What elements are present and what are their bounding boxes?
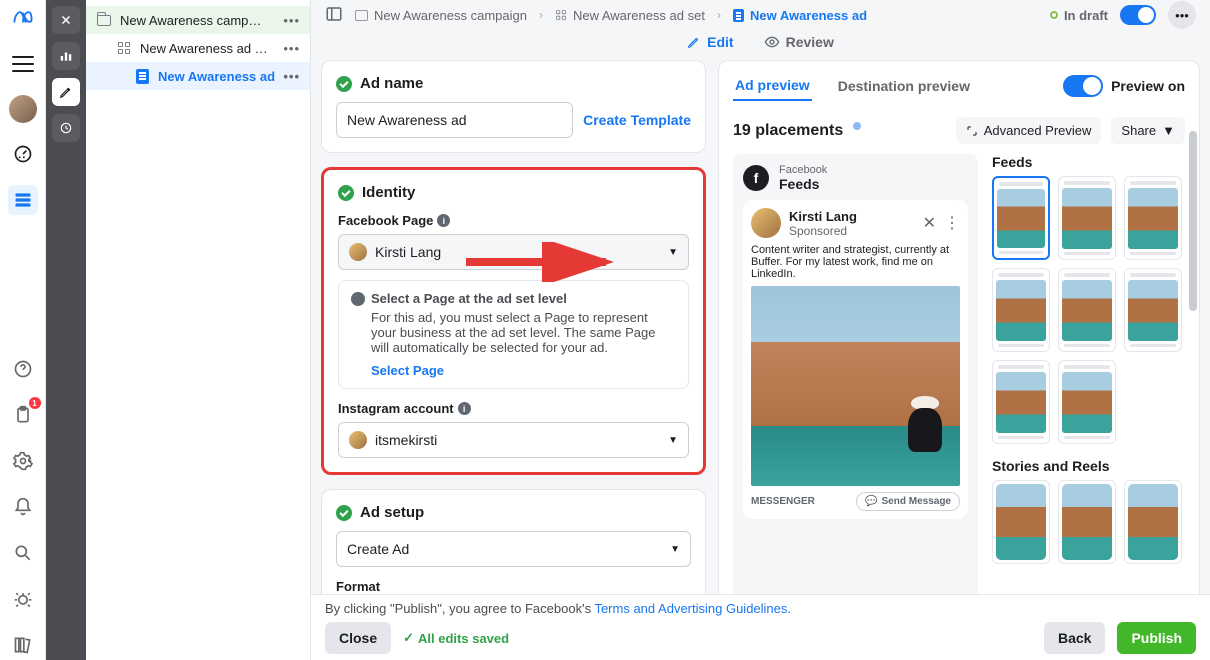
avatar[interactable] xyxy=(9,95,37,123)
placement-thumb[interactable] xyxy=(1058,268,1116,352)
chart-icon[interactable] xyxy=(52,42,80,70)
annotation-arrow xyxy=(466,242,626,282)
ads-table-icon[interactable] xyxy=(8,185,38,215)
bug-icon[interactable] xyxy=(8,584,38,614)
create-template-link[interactable]: Create Template xyxy=(583,112,691,128)
save-status: ✓All edits saved xyxy=(403,630,509,646)
tree-adset[interactable]: New Awareness ad … ••• xyxy=(86,34,310,62)
placement-thumb[interactable] xyxy=(992,480,1050,564)
gear-icon[interactable] xyxy=(8,446,38,476)
close-button[interactable]: Close xyxy=(325,622,391,654)
placement-thumb[interactable] xyxy=(992,268,1050,352)
chevron-right-icon: › xyxy=(539,8,543,22)
format-label: Format xyxy=(336,579,691,594)
status-badge: In draft xyxy=(1050,8,1108,23)
placements-count: 19 placements xyxy=(733,122,843,140)
facebook-icon: f xyxy=(743,165,769,191)
menu-icon[interactable] xyxy=(8,49,38,79)
gauge-icon[interactable] xyxy=(8,139,38,169)
meta-logo[interactable] xyxy=(12,6,34,33)
info-icon[interactable]: i xyxy=(458,402,471,415)
breadcrumb-campaign[interactable]: New Awareness campaign xyxy=(355,8,527,23)
tab-edit[interactable]: Edit xyxy=(687,34,733,50)
help-icon[interactable] xyxy=(8,354,38,384)
avatar xyxy=(751,208,781,238)
send-message-button[interactable]: 💬 Send Message xyxy=(856,492,960,511)
breadcrumb-ad[interactable]: New Awareness ad xyxy=(733,8,867,23)
more-icon[interactable]: ••• xyxy=(283,13,300,28)
ad-setup-select[interactable]: Create Ad▼ xyxy=(336,531,691,567)
instagram-select[interactable]: itsmekirsti▼ xyxy=(338,422,689,458)
tab-review[interactable]: Review xyxy=(764,34,834,50)
sidebar-collapse-icon[interactable] xyxy=(325,5,343,26)
more-icon[interactable]: ••• xyxy=(283,69,300,84)
card-ad-name: Ad name New Awareness ad Create Template xyxy=(321,60,706,153)
check-icon xyxy=(336,76,352,92)
instagram-label: Instagram accounti xyxy=(338,401,689,416)
placement-thumb[interactable] xyxy=(1124,176,1182,260)
back-button[interactable]: Back xyxy=(1044,622,1105,654)
share-button[interactable]: Share▼ xyxy=(1111,117,1185,144)
check-icon xyxy=(338,185,354,201)
tree-label: New Awareness camp… xyxy=(120,13,261,28)
tree-ad[interactable]: New Awareness ad ••• xyxy=(86,62,310,90)
tip-box: Select a Page at the ad set level For th… xyxy=(338,280,689,389)
tab-destination-preview[interactable]: Destination preview xyxy=(836,72,972,100)
pencil-icon[interactable] xyxy=(52,78,80,106)
close-tab-icon[interactable] xyxy=(52,6,80,34)
tree-label: New Awareness ad xyxy=(158,69,275,84)
chevron-right-icon: › xyxy=(717,8,721,22)
lightbulb-icon xyxy=(351,292,365,306)
status-toggle[interactable] xyxy=(1120,5,1156,25)
placement-thumb[interactable] xyxy=(992,360,1050,444)
ad-preview-post: Kirsti LangSponsored ✕⋮ Content writer a… xyxy=(743,200,968,519)
search-icon[interactable] xyxy=(8,538,38,568)
placement-thumb[interactable] xyxy=(1124,480,1182,564)
clock-icon[interactable] xyxy=(52,114,80,142)
tree-label: New Awareness ad … xyxy=(140,41,268,56)
breadcrumb-adset[interactable]: New Awareness ad set xyxy=(555,8,705,23)
close-icon[interactable]: ✕ xyxy=(923,213,936,233)
placement-thumb[interactable] xyxy=(1058,360,1116,444)
ad-name-input[interactable]: New Awareness ad xyxy=(336,102,573,138)
placement-thumb[interactable] xyxy=(992,176,1050,260)
card-identity: Identity Facebook Pagei Kirsti Lang▼ Sel… xyxy=(321,167,706,475)
advanced-preview-button[interactable]: Advanced Preview xyxy=(956,117,1102,144)
placement-thumb[interactable] xyxy=(1124,268,1182,352)
more-icon[interactable]: ••• xyxy=(283,41,300,56)
terms-link[interactable]: Terms and Advertising Guidelines xyxy=(594,601,787,616)
card-ad-setup: Ad setup Create Ad▼ Format xyxy=(321,489,706,609)
bell-icon[interactable] xyxy=(8,492,38,522)
scrollbar[interactable] xyxy=(1189,131,1197,311)
caret-down-icon: ▼ xyxy=(668,435,678,446)
caret-down-icon: ▼ xyxy=(668,247,678,258)
clipboard-icon[interactable]: 1 xyxy=(8,400,38,430)
tab-ad-preview[interactable]: Ad preview xyxy=(733,71,812,101)
library-icon[interactable] xyxy=(8,630,38,660)
more-icon[interactable]: ••• xyxy=(1168,1,1196,29)
ad-image xyxy=(751,286,960,486)
select-page-link[interactable]: Select Page xyxy=(371,363,444,378)
disclaimer: By clicking "Publish", you agree to Face… xyxy=(325,601,1196,616)
placement-thumb[interactable] xyxy=(1058,176,1116,260)
facebook-page-label: Facebook Pagei xyxy=(338,213,689,228)
tree-campaign[interactable]: New Awareness camp… ••• xyxy=(86,6,310,34)
caret-down-icon: ▼ xyxy=(1162,123,1175,138)
placement-thumb[interactable] xyxy=(1058,480,1116,564)
check-icon xyxy=(336,505,352,521)
info-icon[interactable]: i xyxy=(437,214,450,227)
more-icon[interactable]: ⋮ xyxy=(944,213,960,233)
preview-toggle[interactable] xyxy=(1063,75,1103,97)
publish-button[interactable]: Publish xyxy=(1117,622,1196,654)
dot-indicator xyxy=(853,122,861,130)
caret-down-icon: ▼ xyxy=(670,544,680,555)
